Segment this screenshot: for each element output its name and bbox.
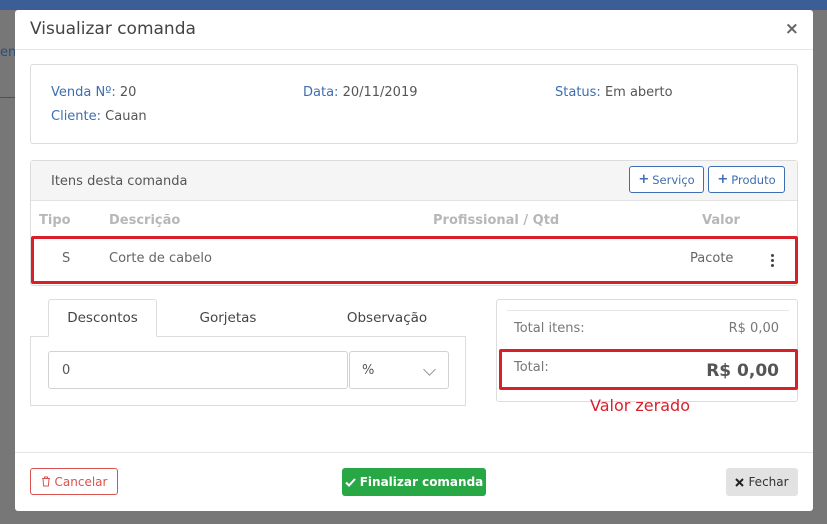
date-value: 20/11/2019 [342, 85, 418, 100]
column-header-description: Descrição [109, 213, 181, 228]
modal-title: Visualizar comanda [30, 19, 196, 39]
items-title: Itens desta comanda [51, 174, 188, 189]
discount-unit-select[interactable]: % [349, 351, 449, 389]
sale-status: Status: Em aberto [555, 85, 673, 100]
annotation-zero-value: Valor zerado [590, 396, 690, 415]
close-label: Fechar [748, 475, 789, 489]
totals-top-divider [507, 310, 789, 311]
modal-header: Visualizar comanda × [15, 10, 813, 50]
total-items-value: R$ 0,00 [728, 321, 779, 336]
sale-number-label: Venda Nº: [51, 85, 116, 100]
add-service-button[interactable]: + Serviço [629, 166, 704, 193]
column-header-type: Tipo [39, 213, 71, 228]
discount-value-input[interactable]: 0 [48, 351, 348, 389]
order-options-tabs: Descontos Gorjetas Observação 0 % [30, 299, 466, 406]
plus-icon: + [717, 172, 729, 187]
chevron-down-icon [423, 363, 436, 376]
background-divider [0, 97, 16, 98]
sale-number-value: 20 [119, 85, 137, 100]
close-icon[interactable]: × [785, 19, 799, 39]
client-value: Cauan [105, 109, 147, 124]
column-header-value: Valor [702, 213, 740, 228]
items-panel-header: Itens desta comanda + Serviço + Produto [31, 161, 797, 201]
total-items-label: Total itens: [514, 321, 585, 336]
background-topbar [0, 0, 827, 10]
background-tab-fragment: en [0, 45, 17, 60]
modal-footer-divider [15, 452, 813, 453]
column-header-professional: Profissional / Qtd [433, 213, 560, 228]
sale-client: Cliente: Cauan [51, 109, 147, 124]
date-label: Data: [303, 85, 339, 100]
add-product-label: Produto [731, 172, 776, 187]
plus-icon: + [638, 172, 650, 187]
tab-descontos[interactable]: Descontos [48, 299, 157, 337]
highlight-box-total [499, 349, 798, 390]
discount-unit-value: % [362, 362, 375, 378]
check-icon [345, 477, 356, 487]
highlight-box-item-row [31, 236, 798, 284]
tab-observacao[interactable]: Observação [330, 299, 444, 337]
trash-icon [41, 476, 50, 487]
client-label: Cliente: [51, 109, 102, 124]
sale-number: Venda Nº: 20 [51, 85, 136, 100]
cancel-label: Cancelar [54, 474, 108, 489]
finish-order-button[interactable]: Finalizar comanda [342, 468, 486, 496]
sale-date: Data: 20/11/2019 [303, 85, 418, 100]
close-button[interactable]: Fechar [726, 468, 798, 496]
times-icon [735, 477, 745, 487]
view-order-modal: Visualizar comanda × Venda Nº: 20 Data: … [15, 10, 813, 511]
add-product-button[interactable]: + Produto [708, 166, 785, 193]
sale-info-panel: Venda Nº: 20 Data: 20/11/2019 Status: Em… [30, 64, 798, 144]
status-label: Status: [555, 85, 601, 100]
tab-gorjetas[interactable]: Gorjetas [160, 299, 296, 337]
finish-order-label: Finalizar comanda [359, 475, 484, 489]
tab-content-discounts: 0 % [30, 336, 466, 406]
add-service-label: Serviço [652, 172, 695, 187]
cancel-button[interactable]: Cancelar [30, 468, 118, 495]
status-value: Em aberto [604, 85, 673, 100]
